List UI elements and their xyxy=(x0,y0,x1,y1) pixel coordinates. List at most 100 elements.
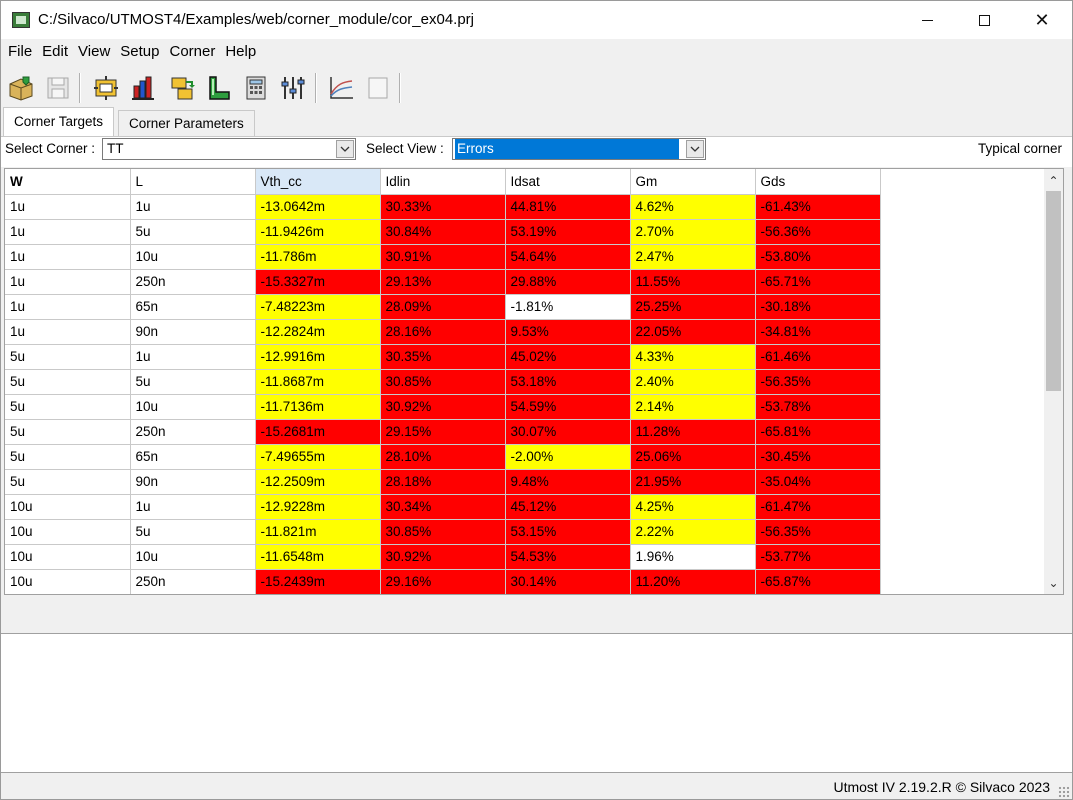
cell-gds[interactable]: -65.87% xyxy=(755,569,881,594)
table-row[interactable]: 1u 250n -15.3327m 29.13% 29.88% 11.55% -65.71% xyxy=(5,269,881,295)
cell-idlin[interactable]: 29.13% xyxy=(380,269,506,295)
cell-idsat[interactable]: 45.12% xyxy=(505,494,631,520)
select-corner-dropdown[interactable]: TT xyxy=(102,138,356,160)
cell-w[interactable]: 1u xyxy=(5,294,131,320)
cell-vth-cc[interactable]: -11.786m xyxy=(255,244,381,270)
cell-w[interactable]: 10u xyxy=(5,519,131,545)
cell-gds[interactable]: -34.81% xyxy=(755,319,881,345)
cell-l[interactable]: 250n xyxy=(130,419,256,445)
cell-idlin[interactable]: 30.85% xyxy=(380,369,506,395)
cell-l[interactable]: 250n xyxy=(130,569,256,594)
cell-gm[interactable]: 4.62% xyxy=(630,194,756,220)
menu-file[interactable]: File xyxy=(3,40,37,64)
tab-corner-targets[interactable]: Corner Targets xyxy=(3,107,115,137)
cell-vth-cc[interactable]: -15.2681m xyxy=(255,419,381,445)
cell-vth-cc[interactable]: -12.9916m xyxy=(255,344,381,370)
cell-l[interactable]: 90n xyxy=(130,319,256,345)
cell-gds[interactable]: -56.35% xyxy=(755,369,881,395)
table-row[interactable]: 5u 10u -11.7136m 30.92% 54.59% 2.14% -53.78% xyxy=(5,394,881,420)
cell-vth-cc[interactable]: -15.2439m xyxy=(255,569,381,594)
cell-vth-cc[interactable]: -11.6548m xyxy=(255,544,381,570)
cell-idsat[interactable]: 9.53% xyxy=(505,319,631,345)
cell-gm[interactable]: 25.06% xyxy=(630,444,756,470)
cell-gds[interactable]: -61.46% xyxy=(755,344,881,370)
maximize-button[interactable] xyxy=(955,1,1013,39)
table-row[interactable]: 1u 65n -7.48223m 28.09% -1.81% 25.25% -30.18% xyxy=(5,294,881,320)
cell-l[interactable]: 90n xyxy=(130,469,256,495)
vertical-scrollbar[interactable]: ⌃ ⌄ xyxy=(1044,169,1063,594)
table-row[interactable]: 1u 90n -12.2824m 28.16% 9.53% 22.05% -34.81% xyxy=(5,319,881,345)
column-header-gds[interactable]: Gds xyxy=(755,169,881,195)
bar-chart-button[interactable] xyxy=(129,73,159,103)
blank-page-button[interactable] xyxy=(363,73,393,103)
cell-w[interactable]: 5u xyxy=(5,344,131,370)
cell-l[interactable]: 5u xyxy=(130,519,256,545)
calculator-button[interactable] xyxy=(241,73,271,103)
cell-l[interactable]: 5u xyxy=(130,219,256,245)
menu-corner[interactable]: Corner xyxy=(164,40,220,64)
cell-vth-cc[interactable]: -12.2509m xyxy=(255,469,381,495)
column-header-gm[interactable]: Gm xyxy=(630,169,756,195)
table-row[interactable]: 10u 1u -12.9228m 30.34% 45.12% 4.25% -61.47% xyxy=(5,494,881,520)
cell-l[interactable]: 65n xyxy=(130,444,256,470)
cell-idsat[interactable]: 30.14% xyxy=(505,569,631,594)
table-row[interactable]: 1u 1u -13.0642m 30.33% 44.81% 4.62% -61.43% xyxy=(5,194,881,220)
column-header-l[interactable]: L xyxy=(130,169,256,195)
table-row[interactable]: 1u 10u -11.786m 30.91% 54.64% 2.47% -53.80% xyxy=(5,244,881,270)
save-button[interactable] xyxy=(43,73,73,103)
cell-idsat[interactable]: 53.19% xyxy=(505,219,631,245)
scrollbar-thumb[interactable] xyxy=(1046,191,1061,391)
chevron-down-icon[interactable] xyxy=(686,140,704,158)
cell-w[interactable]: 5u xyxy=(5,444,131,470)
cell-idlin[interactable]: 30.92% xyxy=(380,394,506,420)
cell-vth-cc[interactable]: -15.3327m xyxy=(255,269,381,295)
select-view-dropdown[interactable]: Errors xyxy=(452,138,706,160)
table-row[interactable]: 5u 250n -15.2681m 29.15% 30.07% 11.28% -65.81% xyxy=(5,419,881,445)
cell-vth-cc[interactable]: -11.8687m xyxy=(255,369,381,395)
cell-gds[interactable]: -53.77% xyxy=(755,544,881,570)
column-header-idsat[interactable]: Idsat xyxy=(505,169,631,195)
cell-l[interactable]: 250n xyxy=(130,269,256,295)
cell-w[interactable]: 5u xyxy=(5,469,131,495)
cell-gm[interactable]: 25.25% xyxy=(630,294,756,320)
cell-idlin[interactable]: 29.16% xyxy=(380,569,506,594)
cell-idsat[interactable]: 54.64% xyxy=(505,244,631,270)
cell-idlin[interactable]: 28.10% xyxy=(380,444,506,470)
cell-idsat[interactable]: 54.53% xyxy=(505,544,631,570)
cell-gm[interactable]: 2.40% xyxy=(630,369,756,395)
cell-idlin[interactable]: 28.09% xyxy=(380,294,506,320)
cell-gm[interactable]: 4.33% xyxy=(630,344,756,370)
menu-edit[interactable]: Edit xyxy=(37,40,73,64)
table-row[interactable]: 5u 1u -12.9916m 30.35% 45.02% 4.33% -61.46% xyxy=(5,344,881,370)
plot-button[interactable] xyxy=(326,73,356,103)
cell-gds[interactable]: -65.71% xyxy=(755,269,881,295)
cell-l[interactable]: 5u xyxy=(130,369,256,395)
cell-idlin[interactable]: 30.91% xyxy=(380,244,506,270)
sliders-button[interactable] xyxy=(278,73,308,103)
cell-idsat[interactable]: 44.81% xyxy=(505,194,631,220)
cell-gm[interactable]: 21.95% xyxy=(630,469,756,495)
cell-gm[interactable]: 11.20% xyxy=(630,569,756,594)
table-row[interactable]: 10u 10u -11.6548m 30.92% 54.53% 1.96% -53.77% xyxy=(5,544,881,570)
cell-gds[interactable]: -56.36% xyxy=(755,219,881,245)
cell-w[interactable]: 1u xyxy=(5,269,131,295)
cell-vth-cc[interactable]: -7.49655m xyxy=(255,444,381,470)
cell-gm[interactable]: 2.14% xyxy=(630,394,756,420)
cell-w[interactable]: 5u xyxy=(5,369,131,395)
cell-vth-cc[interactable]: -12.9228m xyxy=(255,494,381,520)
scroll-up-arrow-icon[interactable]: ⌃ xyxy=(1044,171,1063,190)
cell-w[interactable]: 5u xyxy=(5,419,131,445)
cell-gds[interactable]: -53.80% xyxy=(755,244,881,270)
transfer-button[interactable] xyxy=(167,73,197,103)
table-row[interactable]: 5u 5u -11.8687m 30.85% 53.18% 2.40% -56.35% xyxy=(5,369,881,395)
cell-gm[interactable]: 2.70% xyxy=(630,219,756,245)
scroll-down-arrow-icon[interactable]: ⌄ xyxy=(1044,573,1063,592)
cell-l[interactable]: 1u xyxy=(130,494,256,520)
cell-gds[interactable]: -65.81% xyxy=(755,419,881,445)
column-header-vth-cc[interactable]: Vth_cc xyxy=(255,169,381,195)
menu-setup[interactable]: Setup xyxy=(115,40,164,64)
cell-gm[interactable]: 22.05% xyxy=(630,319,756,345)
cell-l[interactable]: 1u xyxy=(130,344,256,370)
cell-idsat[interactable]: 45.02% xyxy=(505,344,631,370)
cell-gm[interactable]: 11.55% xyxy=(630,269,756,295)
